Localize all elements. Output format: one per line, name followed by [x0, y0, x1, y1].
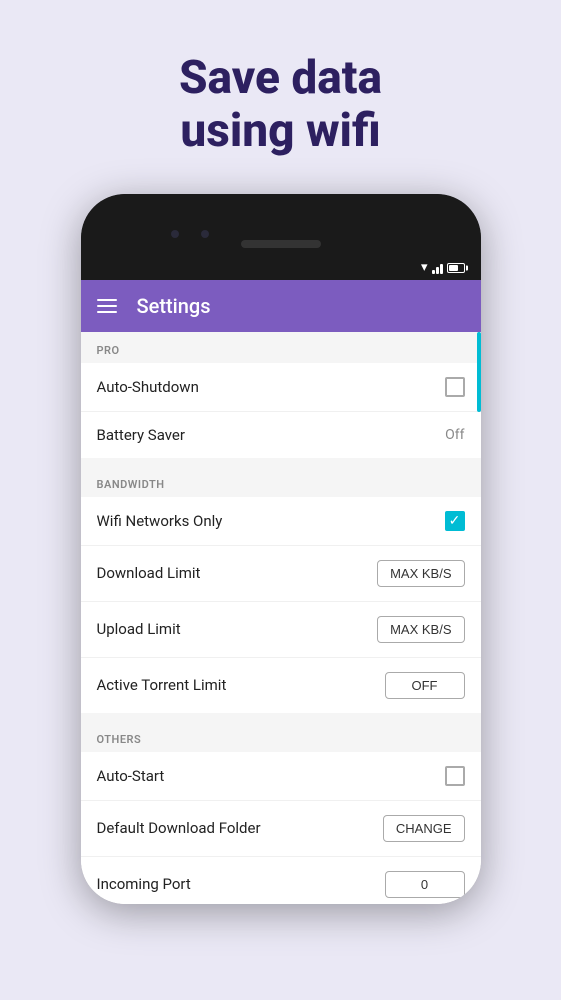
hamburger-line-3 — [97, 311, 117, 313]
label-active-torrent-limit: Active Torrent Limit — [97, 676, 227, 694]
label-auto-start: Auto-Start — [97, 767, 165, 785]
row-wifi-networks-only[interactable]: Wifi Networks Only ✓ — [81, 497, 481, 546]
button-upload-limit[interactable]: MAX KB/S — [377, 616, 464, 643]
scroll-indicator[interactable] — [477, 332, 481, 412]
row-incoming-port[interactable]: Incoming Port 0 — [81, 857, 481, 904]
wifi-icon: ▾ — [421, 260, 428, 275]
signal-icon — [432, 262, 443, 274]
button-download-limit[interactable]: MAX KB/S — [377, 560, 464, 587]
hero-section: Save data using wifi — [179, 0, 382, 194]
label-upload-limit: Upload Limit — [97, 620, 181, 638]
checkbox-auto-shutdown[interactable] — [445, 377, 465, 397]
button-active-torrent-limit[interactable]: OFF — [385, 672, 465, 699]
label-default-download-folder: Default Download Folder — [97, 819, 261, 837]
row-auto-start[interactable]: Auto-Start — [81, 752, 481, 801]
speaker-grille — [241, 240, 321, 248]
camera-left-dot — [171, 230, 179, 238]
signal-bar-3 — [440, 264, 443, 274]
hamburger-menu-button[interactable] — [97, 299, 117, 313]
status-icons: ▾ — [421, 260, 465, 275]
camera-right-dot — [201, 230, 209, 238]
hamburger-line-2 — [97, 305, 117, 307]
label-battery-saver: Battery Saver — [97, 426, 185, 444]
label-download-limit: Download Limit — [97, 564, 201, 582]
signal-bar-1 — [432, 270, 435, 274]
value-battery-saver: Off — [445, 427, 464, 443]
battery-icon — [447, 263, 465, 273]
row-active-torrent-limit[interactable]: Active Torrent Limit OFF — [81, 658, 481, 713]
app-bar: Settings — [81, 280, 481, 332]
hamburger-line-1 — [97, 299, 117, 301]
section-header-pro: PRO — [81, 332, 481, 363]
section-pro: Auto-Shutdown Battery Saver Off — [81, 363, 481, 458]
signal-bar-2 — [436, 267, 439, 274]
checkbox-auto-start[interactable] — [445, 766, 465, 786]
row-auto-shutdown[interactable]: Auto-Shutdown — [81, 363, 481, 412]
section-header-others: OTHERS — [81, 721, 481, 752]
row-battery-saver[interactable]: Battery Saver Off — [81, 412, 481, 458]
settings-content: PRO Auto-Shutdown Battery Saver Off BAND… — [81, 332, 481, 904]
row-upload-limit[interactable]: Upload Limit MAX KB/S — [81, 602, 481, 658]
label-wifi-networks-only: Wifi Networks Only — [97, 512, 223, 530]
section-others: Auto-Start Default Download Folder CHANG… — [81, 752, 481, 904]
phone-mockup: ▾ Settings PRO Auto — [81, 194, 481, 904]
hero-title: Save data using wifi — [179, 52, 382, 158]
section-bandwidth: Wifi Networks Only ✓ Download Limit MAX … — [81, 497, 481, 713]
label-incoming-port: Incoming Port — [97, 875, 191, 893]
checkbox-wifi-networks-only[interactable]: ✓ — [445, 511, 465, 531]
button-incoming-port[interactable]: 0 — [385, 871, 465, 898]
label-auto-shutdown: Auto-Shutdown — [97, 378, 199, 396]
button-change-folder[interactable]: CHANGE — [383, 815, 465, 842]
phone-top-bar — [81, 194, 481, 256]
row-default-download-folder[interactable]: Default Download Folder CHANGE — [81, 801, 481, 857]
battery-fill — [449, 265, 459, 271]
status-bar: ▾ — [81, 256, 481, 280]
section-header-bandwidth: BANDWIDTH — [81, 466, 481, 497]
row-download-limit[interactable]: Download Limit MAX KB/S — [81, 546, 481, 602]
app-bar-title: Settings — [137, 294, 211, 318]
